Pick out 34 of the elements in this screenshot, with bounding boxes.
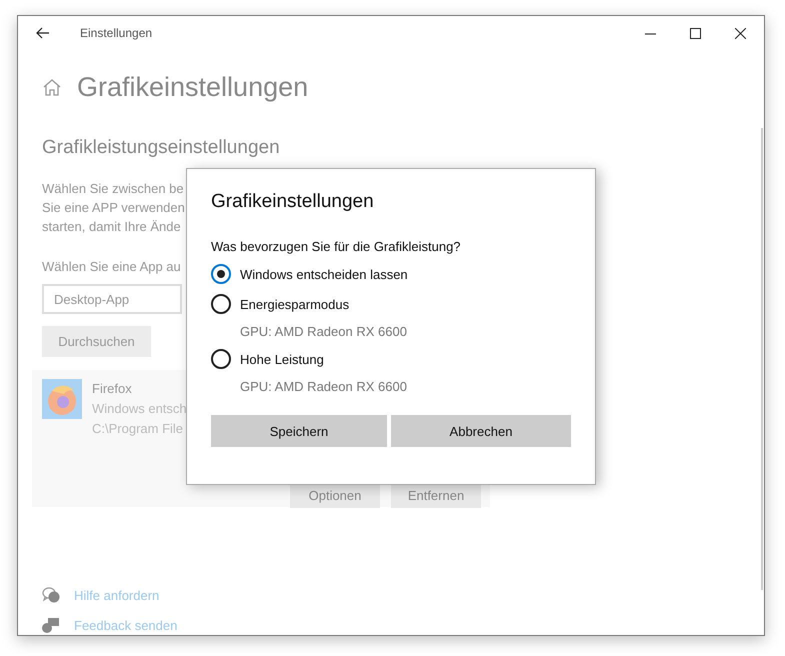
description-text: Sie eine APP verwenden (42, 199, 185, 217)
description-text: starten, damit Ihre Ände (42, 218, 181, 236)
app-type-dropdown[interactable]: Desktop-App (42, 284, 182, 314)
description-text: Wählen Sie zwischen be (42, 180, 184, 198)
window-title: Einstellungen (80, 26, 152, 40)
app-icon (42, 379, 82, 419)
app-name: Firefox (92, 380, 133, 398)
gpu-text: GPU: AMD Radeon RX 6600 (240, 324, 408, 339)
dialog-title: Grafikeinstellungen (211, 191, 375, 213)
radio-option[interactable]: Hohe Leistung (211, 349, 571, 369)
dialog-question: Was bevorzugen Sie für die Grafikleistung? (211, 239, 462, 254)
app-path-text: C:\Program File (92, 420, 184, 438)
browse-button[interactable]: Durchsuchen (42, 326, 151, 357)
section-heading: Grafikleistungseinstellungen (42, 137, 281, 159)
help-chat-icon (42, 587, 60, 604)
radio-button[interactable] (211, 349, 231, 369)
maximize-icon[interactable] (690, 28, 701, 38)
dialog-button[interactable]: Abbrechen (391, 415, 571, 447)
feedback-icon (42, 617, 60, 634)
gpu-text: GPU: AMD Radeon RX 6600 (240, 379, 408, 394)
radio-option[interactable]: Windows entscheiden lassen (211, 264, 571, 284)
close-icon[interactable] (735, 28, 746, 38)
help-link[interactable]: Feedback senden (74, 618, 178, 633)
home-icon[interactable] (43, 79, 61, 96)
back-arrow-icon[interactable] (36, 27, 50, 39)
help-link[interactable]: Hilfe anfordern (74, 588, 160, 603)
page-title: Grafikeinstellungen (77, 72, 308, 103)
app-prompt-label: Wählen Sie eine App au (42, 259, 182, 274)
app-preference-text: Windows entsch (92, 400, 187, 418)
radio-button[interactable] (211, 264, 231, 284)
radio-button[interactable] (211, 294, 231, 314)
scrollbar[interactable] (761, 128, 763, 590)
radio-option[interactable]: Energiesparmodus (211, 294, 571, 314)
dialog-button[interactable]: Speichern (211, 415, 387, 447)
